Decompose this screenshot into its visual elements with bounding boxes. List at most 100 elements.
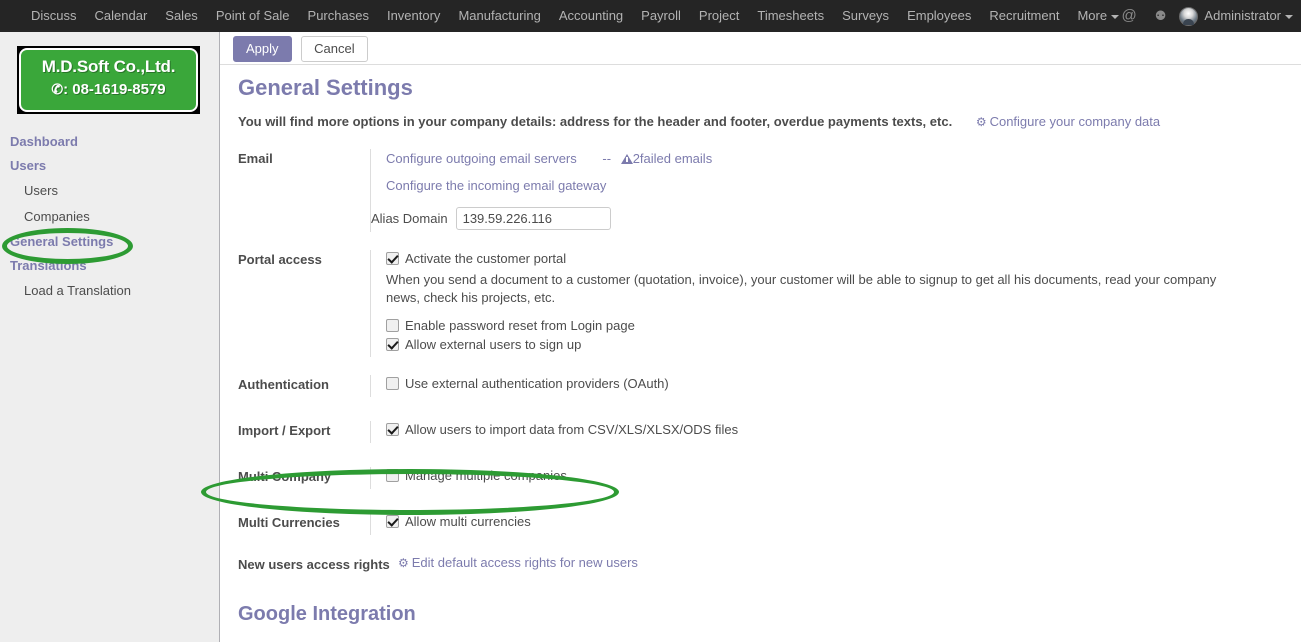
nav-item-calendar[interactable]: Calendar	[86, 0, 157, 32]
sidebar: M.D.Soft Co.,Ltd. ✆: 08-1619-8579 Dashbo…	[0, 32, 220, 642]
alias-domain-line: Alias Domain	[371, 207, 1301, 230]
row-new-users-access-rights-label: New users access rights	[238, 557, 390, 572]
sidebar-item-users[interactable]: Users	[0, 178, 219, 204]
row-authentication-body: Use external authentication providers (O…	[370, 375, 1301, 397]
user-menu-label: Administrator	[1204, 8, 1281, 23]
configure-incoming-email-gateway-link[interactable]: Configure the incoming email gateway	[386, 178, 606, 193]
activate-customer-portal-checkbox[interactable]	[386, 252, 399, 265]
sidebar-item-load-a-translation[interactable]: Load a Translation	[0, 278, 219, 304]
row-portal-access-body: Activate the customer portal When you se…	[370, 250, 1301, 357]
sidebar-item-general-settings[interactable]: General Settings	[0, 230, 219, 254]
nav-item-recruitment[interactable]: Recruitment	[980, 0, 1068, 32]
nav-item-point-of-sale[interactable]: Point of Sale	[207, 0, 299, 32]
row-multi-currencies-body: Allow multi currencies	[370, 513, 1301, 535]
top-navbar: Discuss Calendar Sales Point of Sale Pur…	[0, 0, 1301, 32]
nav-item-manufacturing[interactable]: Manufacturing	[449, 0, 549, 32]
top-navbar-right: @ ⚉ Administrator	[1113, 0, 1301, 32]
row-authentication-label: Authentication	[238, 377, 329, 392]
row-email: Email Configure outgoing email servers -…	[220, 149, 1301, 232]
gear-icon: ⚙	[975, 115, 987, 129]
allow-multi-currencies-line: Allow multi currencies	[386, 513, 1301, 530]
password-reset-line: Enable password reset from Login page	[386, 317, 1301, 334]
nav-item-more-label: More	[1077, 8, 1108, 23]
settings-form: General Settings You will find more opti…	[220, 65, 1301, 642]
import-data-checkbox[interactable]	[386, 423, 399, 436]
row-multi-currencies-label: Multi Currencies	[238, 515, 340, 530]
sidebar-group-translations[interactable]: Translations	[0, 254, 219, 278]
row-new-users-access-rights: New users access rights ⚙ Edit default ac…	[220, 555, 1301, 577]
allow-multi-currencies-label[interactable]: Allow multi currencies	[405, 513, 531, 530]
activate-customer-portal-line: Activate the customer portal	[386, 250, 1301, 267]
row-new-users-access-rights-body: ⚙ Edit default access rights for new user…	[398, 555, 1301, 577]
row-multi-company-body: Manage multiple companies	[370, 467, 1301, 489]
oauth-checkbox[interactable]	[386, 377, 399, 390]
password-reset-checkbox[interactable]	[386, 319, 399, 332]
page-title: General Settings	[238, 75, 413, 100]
portal-access-description: When you send a document to a customer (…	[386, 272, 1217, 305]
row-email-body: Configure outgoing email servers -- 2fai…	[370, 149, 1301, 232]
nav-item-employees[interactable]: Employees	[898, 0, 980, 32]
edit-default-access-rights-label: Edit default access rights for new users	[411, 555, 638, 570]
sidebar-item-dashboard[interactable]: Dashboard	[0, 130, 219, 154]
nav-item-inventory[interactable]: Inventory	[378, 0, 449, 32]
external-signup-line: Allow external users to sign up	[386, 336, 1301, 353]
row-multi-company-label: Multi Company	[238, 469, 332, 484]
row-portal-access-label: Portal access	[238, 252, 322, 267]
row-email-label: Email	[238, 151, 273, 166]
row-multi-company: Multi Company Manage multiple companies	[220, 467, 1301, 489]
row-portal-access: Portal access Activate the customer port…	[220, 250, 1301, 357]
row-import-export-body: Allow users to import data from CSV/XLS/…	[370, 421, 1301, 443]
company-logo-inner: M.D.Soft Co.,Ltd. ✆: 08-1619-8579	[19, 48, 198, 112]
external-signup-checkbox[interactable]	[386, 338, 399, 351]
failed-emails-count[interactable]: 2failed emails	[633, 151, 713, 166]
cancel-button[interactable]: Cancel	[301, 36, 368, 62]
page-subtitle-text: You will find more options in your compa…	[238, 114, 953, 129]
nav-item-sales[interactable]: Sales	[156, 0, 207, 32]
password-reset-label[interactable]: Enable password reset from Login page	[405, 317, 635, 334]
row-import-export-label: Import / Export	[238, 423, 331, 438]
manage-multiple-companies-label[interactable]: Manage multiple companies	[405, 467, 567, 484]
incoming-email-line: Configure the incoming email gateway	[386, 178, 1301, 193]
alias-domain-input[interactable]	[455, 207, 611, 230]
google-integration-title: Google Integration	[238, 603, 416, 625]
apply-button[interactable]: Apply	[233, 36, 292, 62]
company-logo-phone-number: : 08-1619-8579	[63, 81, 166, 98]
external-signup-label[interactable]: Allow external users to sign up	[405, 336, 581, 353]
sidebar-menu: Dashboard Users Users Companies General …	[0, 130, 219, 304]
nav-item-discuss[interactable]: Discuss	[22, 0, 86, 32]
user-menu[interactable]: Administrator	[1204, 0, 1293, 32]
configure-company-data-label: Configure your company data	[989, 114, 1161, 129]
company-logo: M.D.Soft Co.,Ltd. ✆: 08-1619-8579	[17, 46, 200, 114]
configure-company-data-link[interactable]: ⚙ Configure your company data	[976, 114, 1160, 129]
manage-multiple-companies-checkbox[interactable]	[386, 469, 399, 482]
row-multi-currencies: Multi Currencies Allow multi currencies	[220, 513, 1301, 535]
activate-customer-portal-label[interactable]: Activate the customer portal	[405, 250, 566, 267]
sidebar-group-users[interactable]: Users	[0, 154, 219, 178]
sidebar-item-companies[interactable]: Companies	[0, 204, 219, 230]
page-subtitle-row: You will find more options in your compa…	[238, 114, 1301, 129]
import-data-label[interactable]: Allow users to import data from CSV/XLS/…	[405, 421, 738, 438]
avatar[interactable]	[1179, 6, 1199, 26]
edit-default-access-rights-link[interactable]: ⚙ Edit default access rights for new user…	[398, 555, 638, 570]
phone-icon: ✆	[51, 81, 64, 97]
nav-item-payroll[interactable]: Payroll	[632, 0, 690, 32]
settings-rows: Email Configure outgoing email servers -…	[220, 149, 1301, 577]
chevron-down-icon	[1285, 14, 1293, 19]
configure-outgoing-email-servers-link[interactable]: Configure outgoing email servers	[386, 151, 577, 166]
company-logo-name: M.D.Soft Co.,Ltd.	[41, 57, 176, 76]
mentions-at-icon[interactable]: @	[1113, 0, 1146, 32]
oauth-label[interactable]: Use external authentication providers (O…	[405, 375, 669, 392]
email-separator: --	[602, 151, 612, 166]
nav-item-project[interactable]: Project	[690, 0, 748, 32]
main-menu: Discuss Calendar Sales Point of Sale Pur…	[0, 0, 1128, 32]
action-bar: Apply Cancel	[219, 32, 1301, 65]
nav-item-surveys[interactable]: Surveys	[833, 0, 898, 32]
nav-item-timesheets[interactable]: Timesheets	[748, 0, 833, 32]
nav-item-purchases[interactable]: Purchases	[299, 0, 378, 32]
manage-multiple-companies-line: Manage multiple companies	[386, 467, 1301, 484]
allow-multi-currencies-checkbox[interactable]	[386, 515, 399, 528]
nav-item-accounting[interactable]: Accounting	[550, 0, 632, 32]
messages-bubble-icon[interactable]: ⚉	[1146, 0, 1176, 32]
gear-icon: ⚙	[398, 556, 409, 570]
outgoing-email-line: Configure outgoing email servers -- 2fai…	[386, 151, 1301, 166]
